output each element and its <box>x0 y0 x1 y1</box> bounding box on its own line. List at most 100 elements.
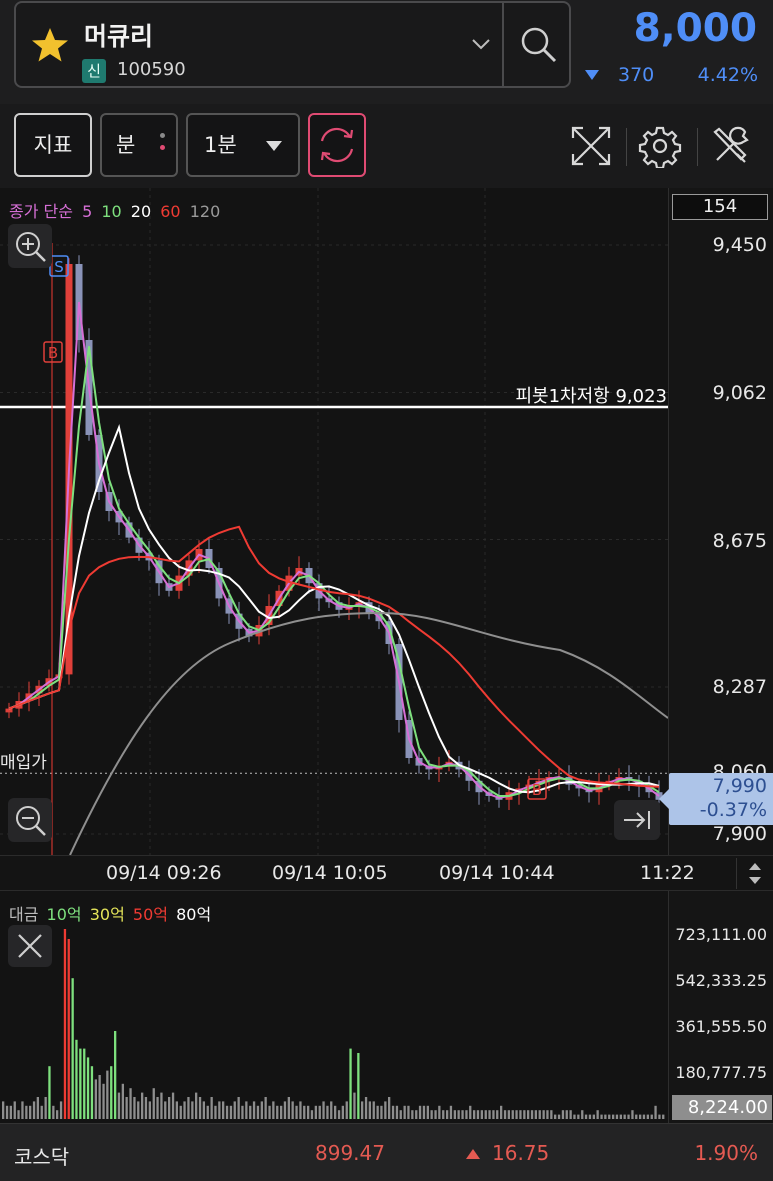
legend-ma-label: 종가 단순 <box>9 202 73 221</box>
expand-icon[interactable] <box>569 124 613 168</box>
zoom-out-button[interactable] <box>8 798 52 842</box>
stock-selector[interactable]: 머큐리 신 100590 <box>14 1 571 88</box>
volume-bar <box>527 1110 530 1119</box>
volume-bar <box>202 1101 205 1119</box>
volume-bar <box>646 1114 649 1119</box>
up-triangle-icon <box>466 1149 480 1159</box>
volume-bar <box>59 1101 63 1119</box>
volume-bar <box>372 1101 375 1119</box>
volume-bar <box>619 1114 622 1119</box>
volume-bar <box>546 1110 549 1119</box>
volume-bar <box>507 1110 510 1119</box>
volume-bar <box>376 1105 379 1119</box>
volume-bar <box>252 1101 256 1119</box>
volume-bar <box>36 1097 39 1119</box>
volume-bar <box>198 1097 202 1119</box>
price-chart[interactable]: S B B 종가 단순 5 10 20 60 120 피봇1차저항 9,023 매입… <box>0 188 773 855</box>
up-down-arrows-icon <box>749 863 761 884</box>
refresh-button[interactable] <box>308 113 366 177</box>
volume-bar <box>500 1105 503 1119</box>
buy-marker: B <box>532 781 542 799</box>
volume-y-axis[interactable]: 723,111.00 542,333.25 361,555.50 180,777… <box>668 891 773 1123</box>
legend-50: 50억 <box>132 905 169 924</box>
indicator-button[interactable]: 지표 <box>14 113 92 177</box>
volume-bar <box>515 1110 518 1119</box>
volume-bar <box>330 1101 333 1119</box>
volume-bar <box>90 1066 94 1119</box>
volume-bar <box>291 1101 294 1119</box>
unit-button[interactable]: 분 <box>100 113 178 177</box>
time-axis[interactable]: 09/14 09:26 09/14 10:05 09/14 10:44 11:2… <box>0 855 773 891</box>
volume-bar <box>588 1114 592 1119</box>
volume-bar <box>152 1088 155 1119</box>
y-tick-label: 9,450 <box>712 234 767 256</box>
candlestick-plot[interactable]: S B B <box>0 188 668 855</box>
legend-label: 대금 <box>9 905 39 924</box>
close-panel-button[interactable] <box>8 925 52 967</box>
volume-bar <box>422 1105 426 1119</box>
volume-bar <box>114 1031 117 1119</box>
y-tick-label: 9,062 <box>712 382 767 404</box>
volume-bar <box>272 1101 275 1119</box>
interval-select[interactable]: 1분 <box>186 113 300 177</box>
star-icon[interactable] <box>30 25 70 65</box>
volume-bar <box>349 1048 352 1119</box>
volume-bar <box>148 1101 151 1119</box>
gear-icon[interactable] <box>638 124 682 168</box>
volume-bar <box>48 1066 51 1119</box>
volume-bar <box>168 1097 171 1119</box>
volume-bar <box>183 1101 186 1119</box>
volume-bar <box>488 1110 491 1119</box>
volume-bar <box>129 1088 132 1119</box>
volume-bar <box>430 1110 433 1119</box>
volume-bar <box>79 1048 82 1119</box>
stock-header: 머큐리 신 100590 8,000 370 4.42% <box>0 0 773 104</box>
volume-bar <box>596 1110 599 1119</box>
price-change: 370 <box>618 64 655 86</box>
volume-bar <box>364 1097 368 1119</box>
volume-bar <box>345 1101 348 1119</box>
volume-bar <box>395 1105 399 1119</box>
volume-bar <box>117 1092 121 1119</box>
candle <box>5 708 13 713</box>
volume-bar <box>160 1092 163 1119</box>
resize-panel-button[interactable] <box>736 858 772 889</box>
volume-bar <box>465 1110 468 1119</box>
volume-bar <box>384 1101 387 1119</box>
search-icon[interactable] <box>517 23 559 65</box>
volume-bar <box>121 1083 124 1119</box>
current-price-tag: 7,990 -0.37% <box>669 773 773 825</box>
price-y-axis[interactable]: 9,450 9,062 8,675 8,287 8,060 7,900 <box>668 188 773 855</box>
volume-bar <box>25 1105 28 1119</box>
caret-down-icon <box>266 141 282 151</box>
volume-bar <box>608 1114 611 1119</box>
market-index-bar[interactable]: 코스닥 899.47 16.75 1.90% <box>0 1123 773 1181</box>
volume-bar <box>569 1110 572 1119</box>
zoom-in-button[interactable] <box>8 224 52 268</box>
volume-bar <box>380 1105 383 1119</box>
ma10-line <box>8 346 660 797</box>
volume-bar <box>600 1114 603 1119</box>
volume-bar <box>237 1097 240 1119</box>
scroll-to-latest-button[interactable] <box>614 800 660 840</box>
volume-bar <box>307 1105 310 1119</box>
volume-bar <box>260 1101 263 1119</box>
volume-bars-plot[interactable] <box>0 891 668 1123</box>
y-tick-label: 542,333.25 <box>675 971 767 990</box>
volume-bar <box>334 1105 337 1119</box>
volume-bar <box>523 1110 526 1119</box>
chevron-down-icon[interactable] <box>470 33 492 55</box>
volume-bar <box>314 1105 317 1119</box>
volume-bar <box>268 1105 271 1119</box>
volume-bar <box>511 1110 514 1119</box>
tools-icon[interactable] <box>709 124 753 168</box>
trade-value-chart[interactable]: 대금 10억 30억 50억 80억 723,111.00 542,333.25… <box>0 891 773 1123</box>
volume-bar <box>391 1105 395 1119</box>
stock-name: 머큐리 <box>84 22 154 51</box>
current-price-value: 7,990 <box>712 775 767 797</box>
volume-bar <box>32 1101 36 1119</box>
volume-bar <box>287 1097 290 1119</box>
volume-bar <box>612 1114 615 1119</box>
volume-bar <box>592 1114 595 1119</box>
volume-bar <box>86 1057 90 1119</box>
